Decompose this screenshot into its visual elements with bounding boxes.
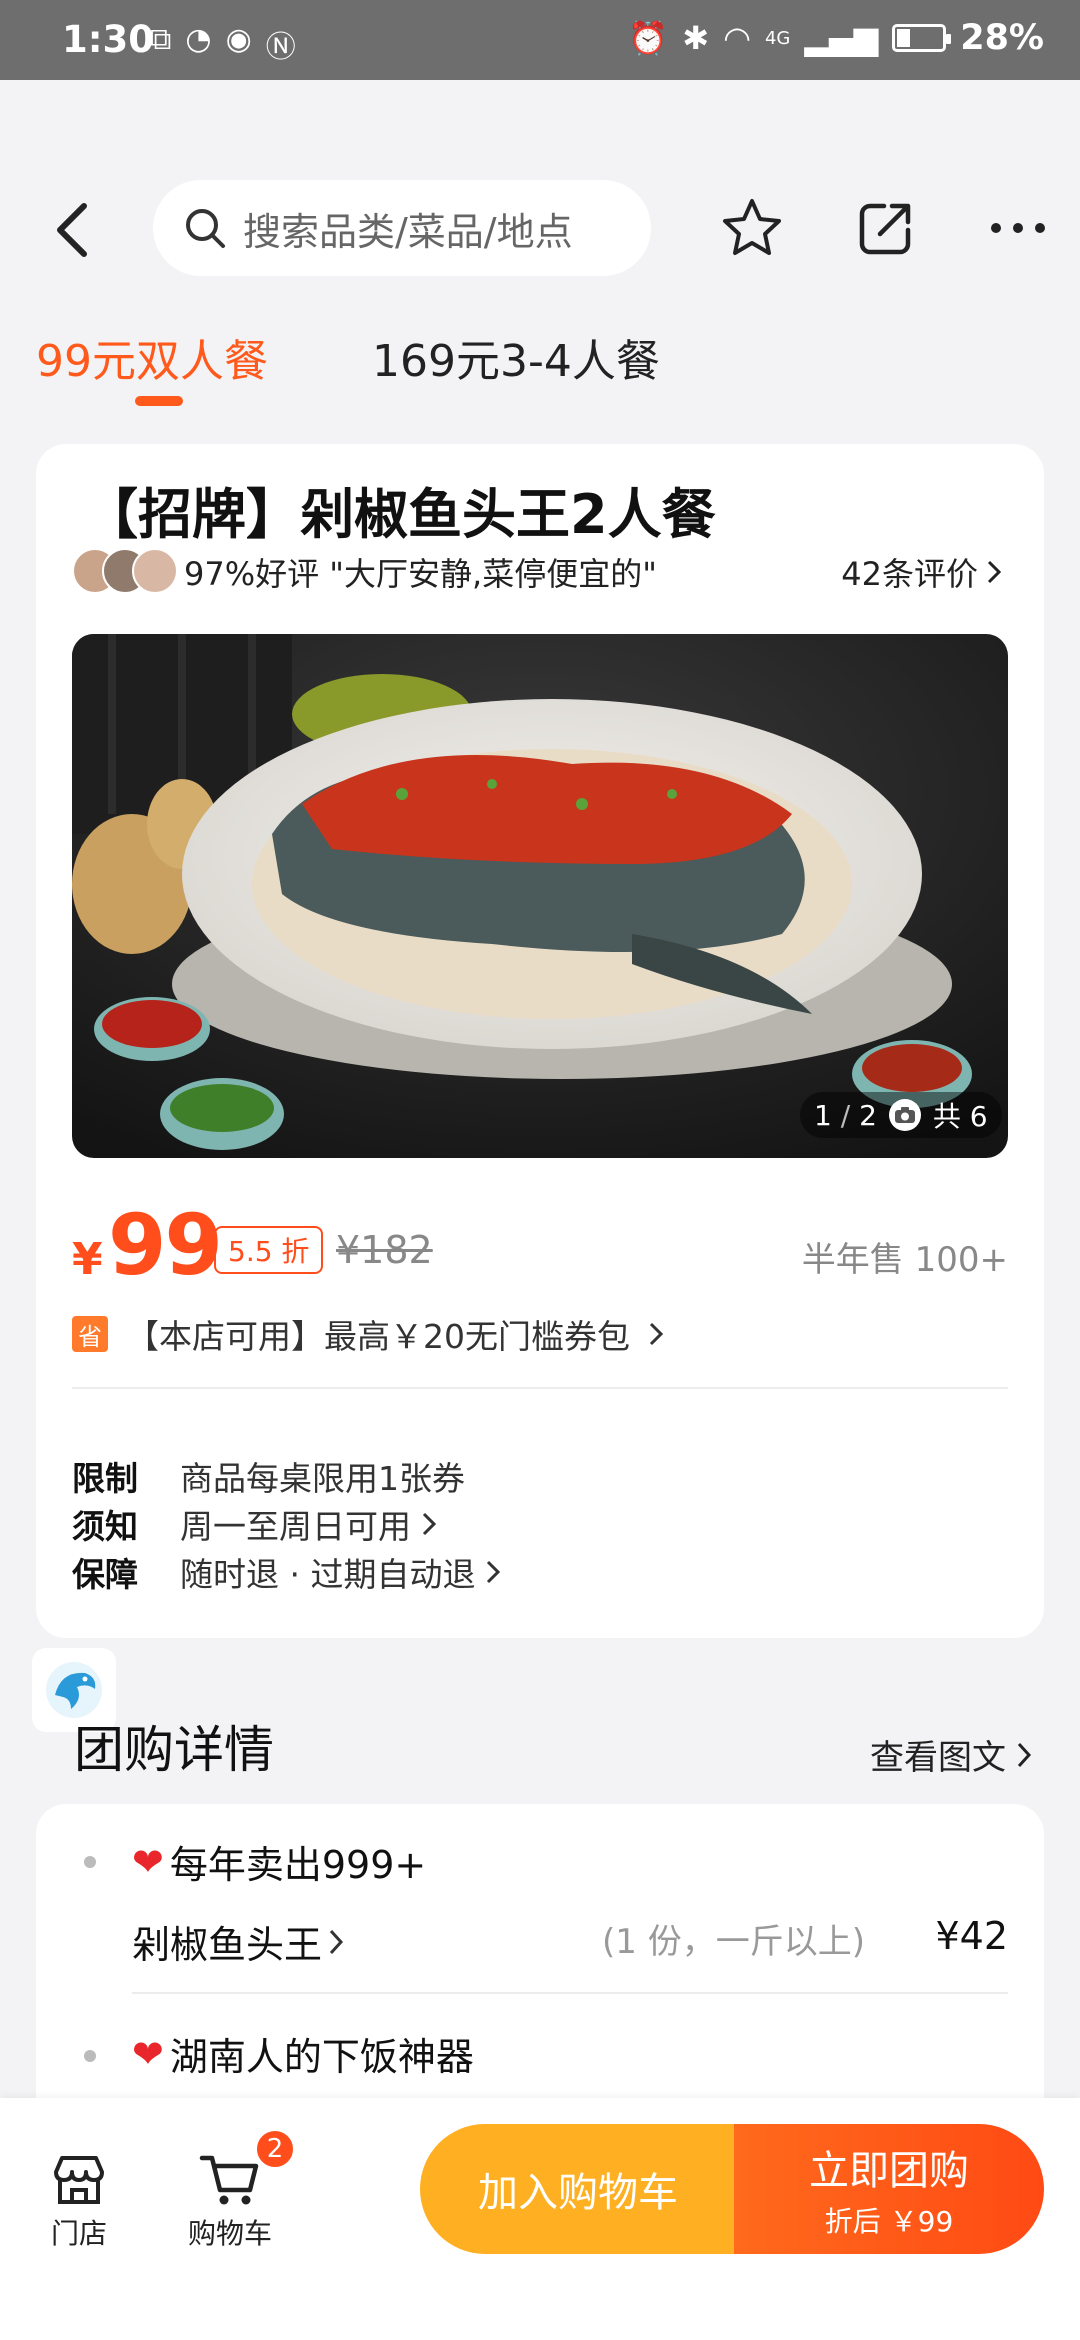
back-button[interactable] [52,198,92,262]
product-photo[interactable]: 1 / 2 共 6 [72,634,1008,1158]
favorite-button[interactable] [716,192,788,264]
bottom-action-bar: 门店 购物车 2 加入购物车 立即团购 折后 ￥99 [0,2098,1080,2340]
network-label: 4G [764,27,791,49]
product-card: 【招牌】剁椒鱼头王2人餐 97%好评 "大厅安静,菜停便宜的" 42条评价 1 … [36,444,1044,1638]
bullet [84,1856,96,1868]
more-button[interactable] [982,192,1054,264]
info-key: 限制 [72,1459,138,1498]
dish-price: ¥42 [935,1914,1008,1958]
battery-percent: 28% [960,18,1044,58]
chevron-right-icon [487,1560,501,1584]
group-detail-title: 团购详情 [74,1721,274,1779]
search-placeholder: 搜索品类/菜品/地点 [243,209,573,254]
chevron-right-icon [987,560,1002,584]
tab-169-group[interactable]: 169元3-4人餐 [372,325,660,389]
divider [132,1992,1008,1994]
heart-icon: ❤ [132,1839,164,1884]
view-details-label: 查看图文 [870,1738,1006,1778]
battery-icon [892,24,952,52]
cast-icon: ⧉ [150,22,172,57]
coupon-text: 【本店可用】最高￥20无门槛券包 [126,1317,630,1356]
cart-button[interactable]: 购物车 [188,2152,272,2252]
fish-head-dish-image [72,634,1008,1158]
review-summary[interactable]: 97%好评 "大厅安静,菜停便宜的" [184,549,657,595]
photo-page-current: 1 [814,1098,832,1132]
info-key: 须知 [72,1507,138,1546]
avatar [132,548,178,594]
share-icon [859,203,911,255]
search-bar[interactable]: 搜索品类/菜品/地点 [153,180,651,276]
cart-label: 购物车 [188,2217,273,2250]
tab-99-double[interactable]: 99元双人餐 [36,325,268,389]
status-left-icons: ⧉ ◔ ◉ Ⓝ [150,22,296,66]
heart-icon: ❤ [132,2031,164,2076]
photo-page-total: 2 [859,1098,877,1132]
status-bar: 1:30 ⧉ ◔ ◉ Ⓝ ⏰ ✱ ◠ 4G ▂▄▆ 28% [0,0,1080,80]
product-title: 【招牌】剁椒鱼头王2人餐 [84,483,716,546]
cart-icon [199,2155,259,2205]
divider [72,1387,1008,1389]
signal-icon: ▂▄▆ [804,19,879,57]
cart-count-badge: 2 [254,2128,296,2170]
chevron-right-icon [1017,1742,1032,1767]
coupon-icon: 省 [72,1316,108,1352]
buy-now-label: 立即团购 [809,2148,969,2194]
current-price: 99 [108,1196,223,1294]
dish-portion: (1 份，一斤以上) [602,1922,865,1962]
dish-row[interactable]: 剁椒鱼头王 [132,1914,344,1969]
wifi-icon: ◠ [723,19,751,57]
review-count-link[interactable]: 42条评价 [841,549,1002,595]
bluetooth-icon: ✱ [682,19,710,57]
buy-now-button[interactable]: 立即团购 折后 ￥99 [734,2124,1044,2254]
sales-count: 半年售 100+ [801,1240,1008,1280]
bullet [84,2050,96,2062]
store-icon [54,2156,104,2204]
coupon-row[interactable]: 省 【本店可用】最高￥20无门槛券包 [72,1310,664,1358]
chevron-right-icon [649,1322,664,1346]
photo-pager[interactable]: 1 / 2 共 6 [800,1092,1002,1138]
detail-heading-text: 湖南人的下饭神器 [169,2035,474,2079]
buy-now-price: 折后 ￥99 [824,2205,954,2238]
detail-heading: ❤ 每年卖出999+ [132,1834,426,1889]
dish-name: 剁椒鱼头王 [132,1923,323,1967]
info-key: 保障 [72,1555,138,1594]
search-icon [186,209,225,248]
detail-heading: ❤ 湖南人的下饭神器 [132,2026,474,2081]
review-count: 42条评价 [841,555,978,593]
info-row-guarantee[interactable]: 保障 随时退 · 过期自动退 [72,1548,501,1596]
info-value: 商品每桌限用1张券 [180,1459,465,1498]
more-icon [991,223,1045,233]
detail-heading-text: 每年卖出999+ [169,1843,427,1887]
add-to-cart-label: 加入购物车 [478,2170,678,2216]
share-button[interactable] [850,192,922,264]
store-button[interactable]: 门店 [50,2152,108,2252]
discount-badge: 5.5 折 [214,1226,324,1274]
photo-count: 共 6 [932,1100,988,1133]
nfc-icon: Ⓝ [265,30,296,65]
reviewer-avatars [72,548,178,594]
alarm-icon: ⏰ [628,19,669,57]
tab-indicator [135,396,183,406]
price-symbol: ¥ [72,1234,103,1285]
add-to-cart-button[interactable]: 加入购物车 [420,2124,736,2254]
info-value: 随时退 · 过期自动退 [180,1555,476,1594]
chevron-right-icon [329,1929,344,1954]
eye-icon: ◉ [225,22,252,57]
info-row-notice[interactable]: 须知 周一至周日可用 [72,1500,437,1548]
speed-icon: ◔ [185,22,212,57]
status-time: 1:30 [62,18,155,61]
star-icon [723,199,781,255]
original-price: ¥182 [336,1228,433,1272]
info-value: 周一至周日可用 [180,1507,411,1546]
status-right-icons: ⏰ ✱ ◠ 4G ▂▄▆ 28% [628,18,1044,58]
view-details-link[interactable]: 查看图文 [870,1730,1032,1779]
store-label: 门店 [50,2217,107,2250]
info-row-limit: 限制 商品每桌限用1张券 [72,1452,465,1500]
camera-icon [888,1099,921,1131]
back-icon [57,203,87,257]
chevron-right-icon [422,1512,437,1536]
